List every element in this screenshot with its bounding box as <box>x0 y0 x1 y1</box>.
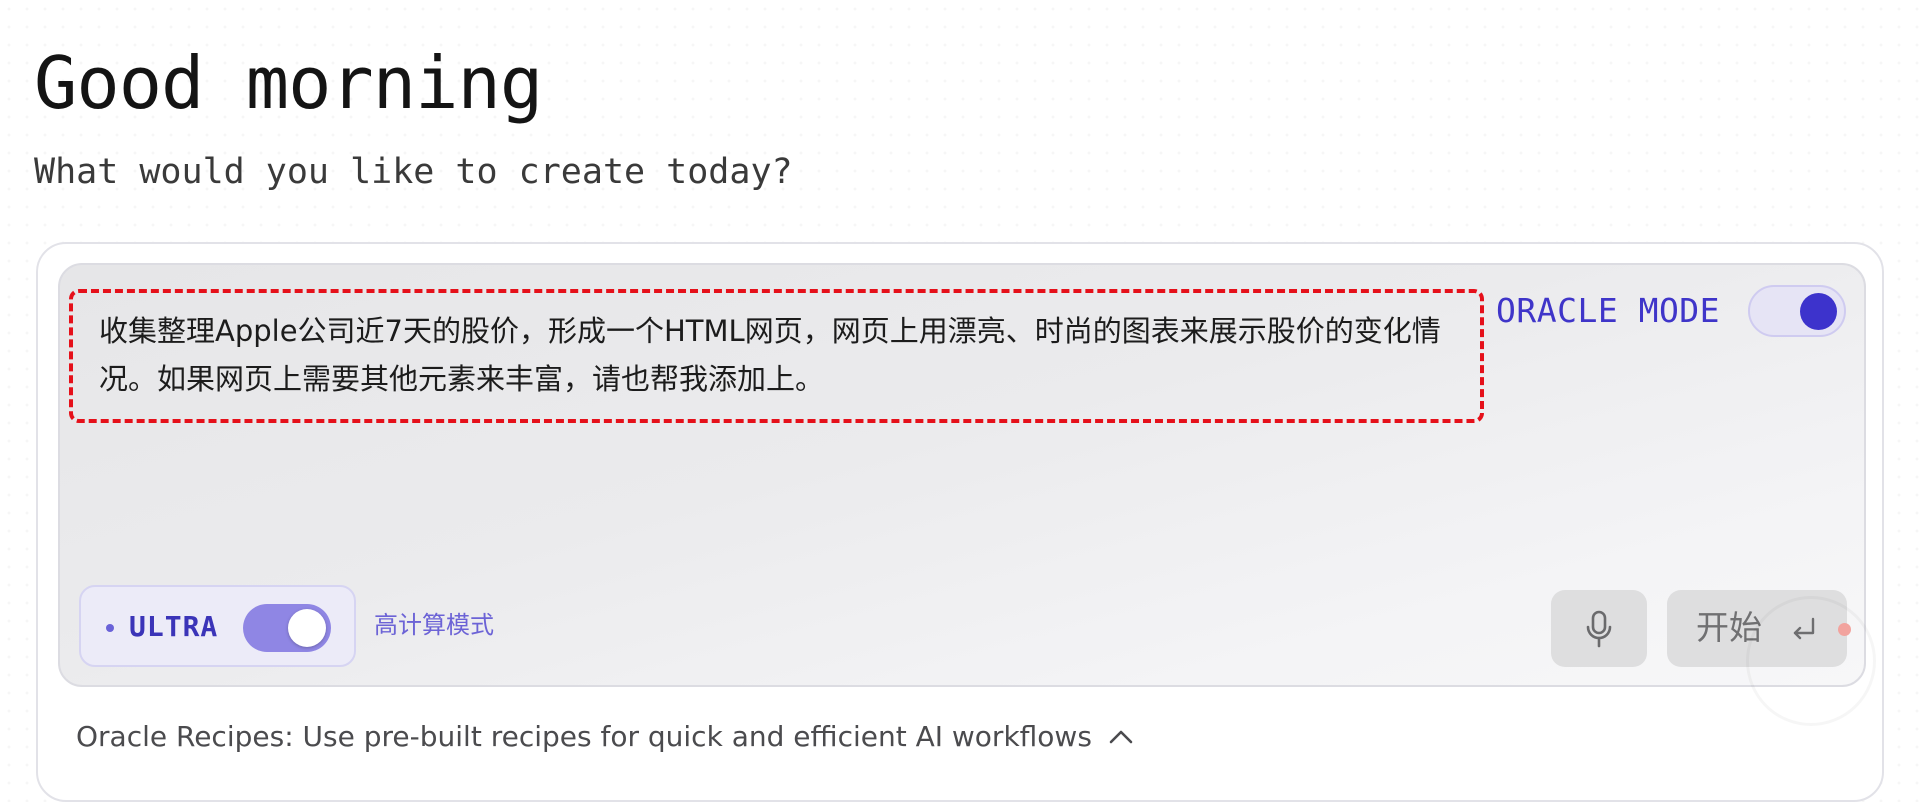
oracle-recipes-text: Oracle Recipes: Use pre-built recipes fo… <box>76 720 1092 753</box>
microphone-icon <box>1586 610 1612 647</box>
oracle-recipes-toggle[interactable]: Oracle Recipes: Use pre-built recipes fo… <box>76 717 1134 757</box>
greeting-title: Good morning <box>34 41 543 125</box>
ultra-label: ULTRA <box>129 610 219 643</box>
ultra-mode-caption: 高计算模式 <box>374 611 494 639</box>
ultra-mode-toggle-knob <box>288 609 326 647</box>
oracle-mode-toggle[interactable] <box>1748 285 1846 337</box>
ultra-mode-pill: ULTRA <box>79 585 356 667</box>
oracle-mode-toggle-knob <box>1800 293 1837 330</box>
chevron-up-icon <box>1108 729 1134 745</box>
oracle-mode-label: ORACLE MODE <box>1496 291 1721 330</box>
greeting-subtitle: What would you like to create today? <box>34 152 793 192</box>
prompt-text[interactable]: 收集整理Apple公司近7天的股价，形成一个HTML网页，网页上用漂亮、时尚的图… <box>99 307 1454 403</box>
microphone-button[interactable] <box>1551 590 1647 667</box>
ultra-mode-toggle[interactable] <box>243 604 331 652</box>
prompt-highlight-box[interactable]: 收集整理Apple公司近7天的股价，形成一个HTML网页，网页上用漂亮、时尚的图… <box>69 289 1484 423</box>
watermark-logo <box>1746 596 1876 726</box>
ultra-dot-icon <box>106 624 114 632</box>
